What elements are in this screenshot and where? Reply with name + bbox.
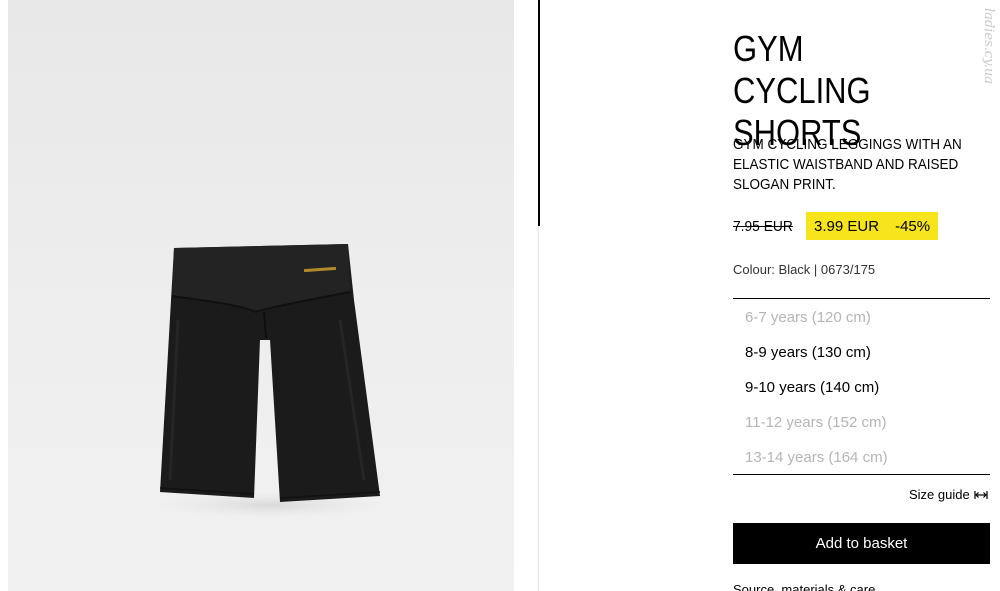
product-description: GYM CYCLING LEGGINGS WITH AN ELASTIC WAI… bbox=[733, 136, 962, 193]
price-row: 7.95 EUR 3.99 EUR -45% bbox=[733, 212, 939, 240]
old-price: 7.95 EUR bbox=[733, 217, 793, 235]
add-to-basket-button[interactable]: Add to basket bbox=[733, 523, 990, 564]
colour-reference: Colour: Black | 0673/175 bbox=[733, 262, 876, 277]
size-guide-link[interactable]: Size guide bbox=[909, 487, 988, 502]
sale-price-badge: 3.99 EUR -45% bbox=[806, 212, 939, 240]
measure-arrows-icon bbox=[974, 490, 988, 500]
watermark: ladies.cy.ua bbox=[981, 8, 996, 85]
source-materials-care-link[interactable]: Source, materials & care bbox=[733, 582, 875, 591]
sale-price: 3.99 EUR bbox=[814, 217, 880, 235]
size-option[interactable]: 6-7 years (120 cm) bbox=[733, 300, 990, 335]
discount-percent: -45% bbox=[895, 217, 931, 235]
scroll-indicator bbox=[538, 0, 540, 226]
cycling-shorts-photo bbox=[150, 244, 390, 519]
size-option[interactable]: 9-10 years (140 cm) bbox=[733, 370, 990, 405]
size-option[interactable]: 8-9 years (130 cm) bbox=[733, 335, 990, 370]
size-option[interactable]: 13-14 years (164 cm) bbox=[733, 440, 990, 475]
size-selector: 6-7 years (120 cm) 8-9 years (130 cm) 9-… bbox=[733, 298, 990, 475]
panel-divider bbox=[538, 226, 539, 591]
product-image[interactable] bbox=[8, 0, 514, 591]
size-option[interactable]: 11-12 years (152 cm) bbox=[733, 405, 990, 440]
size-guide-label: Size guide bbox=[909, 487, 970, 502]
